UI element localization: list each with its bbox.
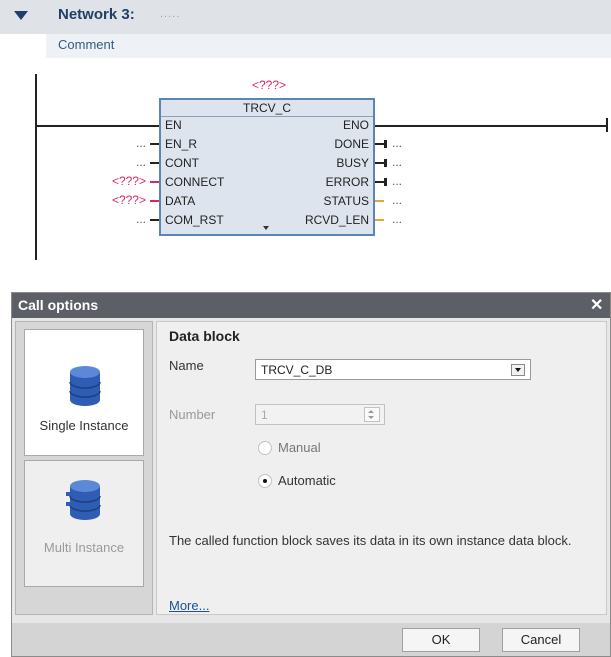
- radio-manual-label[interactable]: Manual: [278, 440, 321, 455]
- pin-rcvd-len: RCVD_LEN: [304, 213, 369, 227]
- radio-automatic[interactable]: [258, 474, 272, 488]
- wire-done-tick: [384, 140, 387, 148]
- function-block-name: TRCV_C: [242, 101, 291, 115]
- spin-down-icon: [368, 416, 374, 419]
- network-title: Network 3:: [58, 6, 135, 23]
- wire-busy: [375, 162, 384, 164]
- name-value: TRCV_C_DB: [261, 363, 333, 377]
- single-instance-tile[interactable]: Single Instance: [24, 329, 144, 456]
- description-text: The called function block saves its data…: [169, 533, 572, 548]
- instance-db-label[interactable]: <???>: [252, 78, 286, 92]
- multi-instance-label: Multi Instance: [43, 540, 125, 555]
- pin-status: STATUS: [323, 194, 369, 208]
- network-comment[interactable]: Comment: [58, 37, 114, 52]
- wire-en-r: [150, 143, 159, 145]
- param-connect[interactable]: <???>: [106, 174, 146, 188]
- network-title-placeholder[interactable]: .....: [160, 8, 180, 20]
- param-error[interactable]: ...: [392, 174, 402, 188]
- database-icon: [66, 480, 101, 520]
- param-busy[interactable]: ...: [392, 155, 402, 169]
- pin-cont: CONT: [165, 156, 199, 170]
- number-spinner: [364, 407, 380, 422]
- param-en-r[interactable]: ...: [106, 136, 146, 150]
- param-cont[interactable]: ...: [106, 155, 146, 169]
- pin-eno: ENO: [342, 118, 369, 132]
- single-instance-label: Single Instance: [39, 418, 129, 433]
- wire-connect: [150, 181, 159, 183]
- pin-busy: BUSY: [336, 156, 369, 170]
- data-block-pane: Data block Name TRCV_C_DB Number 1 Manua…: [156, 321, 607, 615]
- dialog-title: Call options: [18, 297, 99, 313]
- wire-error-tick: [384, 178, 387, 186]
- pin-en-r: EN_R: [165, 137, 198, 151]
- more-link[interactable]: More...: [169, 598, 209, 613]
- en-wire: [37, 125, 159, 127]
- pin-connect: CONNECT: [165, 175, 225, 189]
- name-label: Name: [169, 358, 204, 373]
- wire-rcvd-len: [375, 219, 384, 221]
- dialog-title-bar[interactable]: Call options ✕: [12, 293, 610, 318]
- wire-busy-tick: [384, 159, 387, 167]
- number-input: 1: [255, 404, 385, 425]
- collapse-triangle-icon[interactable]: [14, 11, 28, 20]
- param-done[interactable]: ...: [392, 136, 402, 150]
- pin-en: EN: [165, 118, 182, 132]
- pin-done: DONE: [334, 137, 369, 151]
- instance-type-pane: Single Instance Multi Instance: [15, 321, 153, 615]
- param-com-rst[interactable]: ...: [106, 212, 146, 226]
- function-block-divider: [161, 116, 373, 117]
- database-icon: [69, 366, 101, 406]
- power-rail-left: [35, 74, 37, 260]
- wire-cont: [150, 162, 159, 164]
- ok-button[interactable]: OK: [402, 628, 480, 652]
- cancel-button[interactable]: Cancel: [502, 628, 580, 652]
- pin-com-rst: COM_RST: [165, 213, 224, 227]
- close-icon[interactable]: ✕: [590, 295, 603, 315]
- wire-error: [375, 181, 384, 183]
- multi-instance-tile[interactable]: Multi Instance: [24, 460, 144, 587]
- param-status[interactable]: ...: [392, 193, 402, 207]
- dropdown-button[interactable]: [511, 364, 525, 376]
- function-block-trcv-c[interactable]: TRCV_C EN EN_R CONT CONNECT DATA COM_RST…: [159, 98, 375, 236]
- pin-data: DATA: [165, 194, 196, 208]
- wire-end-tick: [606, 118, 608, 132]
- chevron-down-icon: [515, 368, 521, 372]
- eno-wire: [375, 125, 607, 127]
- network-comment-row[interactable]: [46, 34, 611, 58]
- wire-com-rst: [150, 219, 159, 221]
- number-value: 1: [261, 408, 268, 422]
- wire-status: [375, 200, 384, 202]
- pin-error: ERROR: [325, 175, 369, 189]
- call-options-dialog: Call options ✕ Single Instance Multi Ins…: [11, 292, 611, 657]
- dialog-button-bar: OK Cancel: [12, 623, 610, 656]
- wire-done: [375, 143, 384, 145]
- expand-pins-arrow-icon[interactable]: [263, 226, 269, 230]
- name-combobox[interactable]: TRCV_C_DB: [255, 359, 531, 380]
- number-label: Number: [169, 407, 216, 422]
- param-rcvd-len[interactable]: ...: [392, 212, 402, 226]
- radio-automatic-label[interactable]: Automatic: [278, 473, 336, 488]
- param-data[interactable]: <???>: [106, 193, 146, 207]
- wire-data: [150, 200, 159, 202]
- radio-manual[interactable]: [258, 441, 272, 455]
- radio-selected-dot: [263, 479, 267, 483]
- section-title: Data block: [169, 328, 240, 344]
- spin-up-icon: [368, 410, 374, 413]
